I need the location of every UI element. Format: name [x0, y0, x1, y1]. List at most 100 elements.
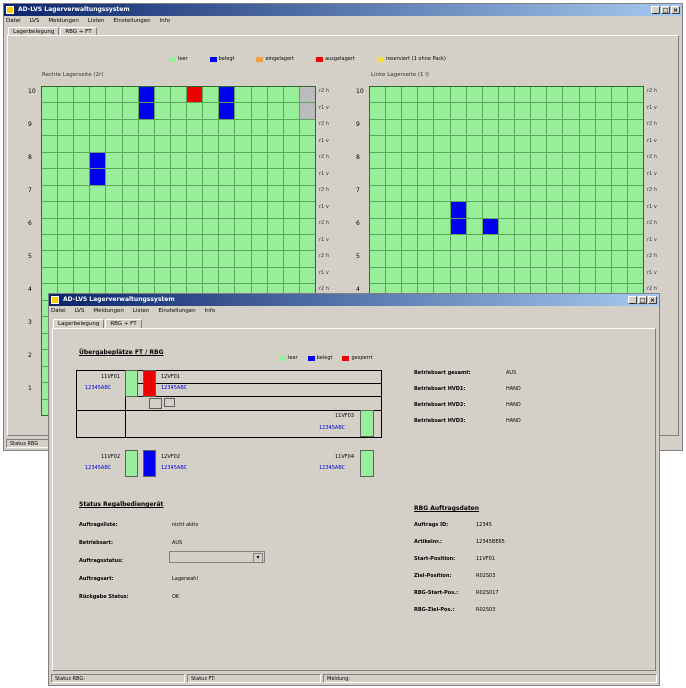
storage-cell[interactable]: [498, 202, 515, 218]
storage-cell[interactable]: [563, 251, 579, 267]
storage-cell[interactable]: [106, 202, 122, 218]
menu-einstellungen[interactable]: Einstellungen: [158, 308, 195, 314]
storage-cell[interactable]: [370, 267, 386, 284]
storage-cell[interactable]: [251, 136, 267, 152]
storage-cell[interactable]: [219, 218, 235, 235]
storage-cell[interactable]: [170, 152, 187, 169]
storage-cell[interactable]: [627, 119, 643, 136]
storage-cell[interactable]: [154, 169, 170, 185]
storage-cell[interactable]: [531, 218, 547, 235]
storage-cell[interactable]: [595, 136, 611, 152]
storage-cell[interactable]: [90, 169, 106, 185]
storage-cell[interactable]: [58, 119, 74, 136]
storage-cell[interactable]: [563, 136, 579, 152]
storage-cell[interactable]: [450, 267, 466, 284]
storage-cell[interactable]: [595, 169, 611, 185]
storage-cell[interactable]: [579, 267, 595, 284]
storage-cell[interactable]: [611, 267, 627, 284]
storage-cell[interactable]: [138, 267, 154, 284]
storage-cell[interactable]: [579, 119, 595, 136]
storage-cell[interactable]: [283, 235, 299, 251]
storage-cell[interactable]: [90, 235, 106, 251]
storage-cell[interactable]: [563, 267, 579, 284]
storage-cell[interactable]: [74, 119, 90, 136]
storage-cell[interactable]: [203, 87, 219, 103]
storage-cell[interactable]: [187, 218, 203, 235]
storage-cell[interactable]: [466, 251, 482, 267]
storage-cell[interactable]: [90, 103, 106, 119]
storage-cell[interactable]: [283, 185, 299, 202]
storage-cell[interactable]: [170, 267, 187, 284]
storage-cell[interactable]: [106, 235, 122, 251]
storage-cell[interactable]: [402, 87, 418, 103]
storage-cell[interactable]: [418, 169, 434, 185]
storage-cell[interactable]: [58, 202, 74, 218]
storage-cell[interactable]: [138, 169, 154, 185]
storage-cell[interactable]: [434, 169, 450, 185]
storage-cell[interactable]: [482, 119, 498, 136]
storage-cell[interactable]: [138, 202, 154, 218]
storage-cell[interactable]: [450, 152, 466, 169]
storage-cell[interactable]: [138, 218, 154, 235]
storage-cell[interactable]: [547, 119, 563, 136]
storage-cell[interactable]: [122, 218, 138, 235]
storage-cell[interactable]: [203, 202, 219, 218]
storage-cell[interactable]: [154, 103, 170, 119]
storage-cell[interactable]: [434, 87, 450, 103]
menu-einstellungen[interactable]: Einstellungen: [113, 18, 150, 24]
storage-cell[interactable]: [122, 235, 138, 251]
storage-cell[interactable]: [498, 169, 515, 185]
storage-cell[interactable]: [203, 185, 219, 202]
menu-lvs[interactable]: LVS: [30, 18, 40, 24]
storage-cell[interactable]: [466, 218, 482, 235]
storage-cell[interactable]: [579, 185, 595, 202]
storage-cell[interactable]: [203, 119, 219, 136]
storage-cell[interactable]: [466, 185, 482, 202]
storage-cell[interactable]: [251, 251, 267, 267]
storage-cell[interactable]: [203, 103, 219, 119]
storage-cell[interactable]: [482, 235, 498, 251]
menu-meldungen[interactable]: Meldungen: [48, 18, 78, 24]
storage-cell[interactable]: [482, 136, 498, 152]
storage-cell[interactable]: [627, 169, 643, 185]
storage-cell[interactable]: [498, 251, 515, 267]
storage-cell[interactable]: [122, 185, 138, 202]
storage-cell[interactable]: [434, 119, 450, 136]
storage-cell[interactable]: [187, 169, 203, 185]
menu-datei[interactable]: Datei: [51, 308, 66, 314]
storage-cell[interactable]: [299, 103, 315, 119]
storage-cell[interactable]: [402, 235, 418, 251]
storage-cell[interactable]: [299, 251, 315, 267]
storage-cell[interactable]: [283, 119, 299, 136]
storage-cell[interactable]: [482, 202, 498, 218]
storage-cell[interactable]: [531, 87, 547, 103]
storage-cell[interactable]: [74, 152, 90, 169]
storage-cell[interactable]: [267, 185, 283, 202]
storage-cell[interactable]: [563, 169, 579, 185]
maximize-icon[interactable]: □: [638, 296, 647, 304]
storage-cell[interactable]: [154, 185, 170, 202]
storage-cell[interactable]: [283, 251, 299, 267]
storage-cell[interactable]: [267, 169, 283, 185]
storage-cell[interactable]: [627, 136, 643, 152]
storage-cell[interactable]: [386, 169, 402, 185]
storage-cell[interactable]: [106, 87, 122, 103]
storage-cell[interactable]: [219, 235, 235, 251]
storage-cell[interactable]: [42, 235, 58, 251]
storage-cell[interactable]: [498, 152, 515, 169]
storage-cell[interactable]: [42, 87, 58, 103]
storage-cell[interactable]: [466, 152, 482, 169]
storage-cell[interactable]: [466, 103, 482, 119]
storage-cell[interactable]: [563, 103, 579, 119]
storage-cell[interactable]: [386, 251, 402, 267]
storage-cell[interactable]: [370, 103, 386, 119]
storage-cell[interactable]: [482, 169, 498, 185]
storage-cell[interactable]: [251, 119, 267, 136]
minimize-icon[interactable]: _: [628, 296, 637, 304]
storage-cell[interactable]: [58, 218, 74, 235]
storage-cell[interactable]: [515, 152, 531, 169]
storage-cell[interactable]: [611, 87, 627, 103]
storage-cell[interactable]: [370, 202, 386, 218]
storage-cell[interactable]: [498, 103, 515, 119]
storage-cell[interactable]: [187, 136, 203, 152]
